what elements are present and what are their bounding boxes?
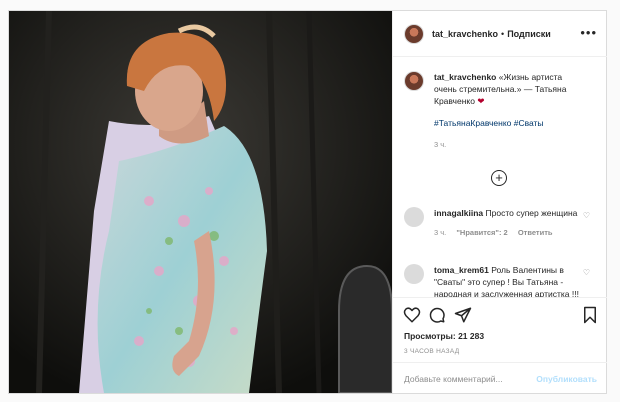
reply-button[interactable]: Ответить bbox=[518, 228, 553, 237]
video-frame bbox=[9, 11, 392, 393]
header-separator: • bbox=[501, 28, 505, 39]
heart-emoji: ❤ bbox=[477, 96, 485, 106]
heart-outline-icon[interactable]: ♡ bbox=[583, 268, 590, 277]
caption-hashtags[interactable]: #ТатьянаКравченко #Сваты bbox=[434, 117, 584, 129]
instagram-post: tat_kravchenko • Подписки ••• tat_kravch… bbox=[8, 10, 607, 394]
comment-likes[interactable]: "Нравится": 2 bbox=[456, 228, 507, 237]
caption-time: 3 ч. bbox=[434, 140, 447, 149]
comment-username[interactable]: toma_krem61 bbox=[434, 265, 489, 275]
actions-section: Просмотры: 21 283 3 ЧАСОВ НАЗАД Добавьте… bbox=[393, 297, 607, 393]
comments-section: tat_kravchenko «Жизнь артиста очень стре… bbox=[393, 57, 607, 297]
comment-input[interactable]: Добавьте комментарий... bbox=[404, 374, 503, 384]
caption: tat_kravchenko «Жизнь артиста очень стре… bbox=[404, 71, 584, 151]
comment-body: toma_krem61 Роль Валентины в "Сваты" это… bbox=[434, 264, 584, 297]
caption-avatar[interactable] bbox=[404, 71, 424, 91]
heart-outline-icon[interactable] bbox=[403, 306, 421, 324]
commenter-avatar[interactable] bbox=[404, 264, 424, 284]
paper-plane-icon[interactable] bbox=[454, 306, 472, 324]
comment-meta: 3 ч. "Нравится": 2 Ответить bbox=[434, 227, 584, 239]
comment-time: 3 ч. bbox=[434, 228, 447, 237]
author-username[interactable]: tat_kravchenko bbox=[432, 29, 498, 39]
bookmark-icon[interactable] bbox=[581, 306, 599, 324]
author-avatar[interactable] bbox=[404, 23, 424, 44]
publish-button[interactable]: Опубликовать bbox=[536, 374, 597, 384]
caption-username[interactable]: tat_kravchenko bbox=[434, 72, 496, 82]
caption-text-block: tat_kravchenko «Жизнь артиста очень стре… bbox=[434, 71, 584, 151]
action-icons bbox=[403, 306, 599, 326]
commenter-avatar[interactable] bbox=[404, 207, 424, 227]
comment-item: innagalkiina Просто супер женщина 3 ч. "… bbox=[404, 207, 600, 239]
follow-button[interactable]: Подписки bbox=[507, 29, 551, 39]
post-video[interactable] bbox=[9, 11, 392, 393]
add-comment-bar: Добавьте комментарий... Опубликовать bbox=[393, 362, 607, 394]
heart-outline-icon[interactable]: ♡ bbox=[583, 211, 590, 220]
comment-username[interactable]: innagalkiina bbox=[434, 208, 483, 218]
post-header: tat_kravchenko • Подписки ••• bbox=[393, 11, 607, 57]
side-panel: tat_kravchenko • Подписки ••• tat_kravch… bbox=[392, 11, 607, 393]
more-horizontal-icon[interactable]: ••• bbox=[580, 25, 597, 40]
comment-body: innagalkiina Просто супер женщина 3 ч. "… bbox=[434, 207, 584, 239]
plus-circle-icon[interactable]: + bbox=[491, 170, 507, 186]
comment-icon[interactable] bbox=[428, 306, 446, 324]
post-timestamp: 3 ЧАСОВ НАЗАД bbox=[404, 348, 460, 355]
comment-text: Просто супер женщина bbox=[485, 208, 578, 218]
comment-item: toma_krem61 Роль Валентины в "Сваты" это… bbox=[404, 264, 600, 297]
views-count[interactable]: Просмотры: 21 283 bbox=[404, 331, 484, 341]
